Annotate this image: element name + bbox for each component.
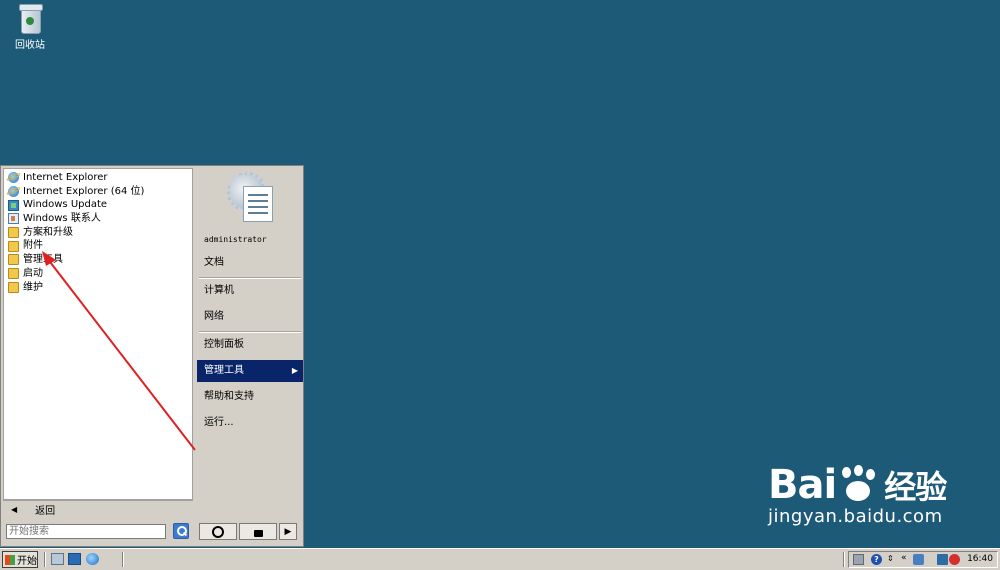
menu-item-help[interactable]: 帮助和支持 — [197, 386, 303, 408]
menu-item-label: 帮助和支持 — [204, 391, 254, 402]
folder-icon — [8, 240, 19, 252]
menu-separator — [199, 277, 301, 279]
lock-icon — [253, 530, 263, 537]
menu-item-label: 计算机 — [204, 285, 234, 296]
menu-item-control-panel[interactable]: 控制面板 — [197, 334, 303, 356]
monitor-icon[interactable] — [937, 554, 948, 565]
error-icon[interactable] — [949, 554, 960, 565]
ie-icon — [8, 172, 19, 184]
help-icon[interactable]: ? — [871, 554, 882, 565]
program-item-label: 维护 — [23, 281, 43, 293]
folder-icon — [8, 254, 19, 266]
watermark-brand-right: 经验 — [884, 468, 947, 506]
menu-item-admin-tools[interactable]: 管理工具 ▶ — [197, 360, 303, 382]
program-folder-startup[interactable]: 启动 — [4, 267, 192, 281]
program-folder-admin-tools[interactable]: 管理工具 — [4, 253, 192, 267]
folder-icon — [8, 281, 19, 293]
tray-separator — [843, 552, 845, 567]
program-item-label: Internet Explorer (64 位) — [23, 185, 145, 197]
watermark-url: jingyan.baidu.com — [768, 506, 943, 527]
power-icon — [212, 525, 224, 538]
all-programs-pane: Internet Explorer Internet Explorer (64 … — [3, 168, 193, 500]
program-folder-upgrade[interactable]: 方案和升级 — [4, 226, 192, 240]
program-item-label: Internet Explorer — [23, 172, 108, 183]
ie-quicklaunch-icon[interactable] — [86, 553, 99, 565]
user-name[interactable]: administrator — [204, 235, 267, 244]
menu-item-label: 文档 — [204, 257, 224, 268]
program-item-label: 管理工具 — [23, 254, 63, 266]
program-item-windows-update[interactable]: Windows Update — [4, 198, 192, 212]
paw-icon — [838, 465, 878, 505]
menu-item-computer[interactable]: 计算机 — [197, 280, 303, 302]
watermark-brand-left: Bai — [768, 462, 837, 508]
baidu-watermark: Bai 经验 jingyan.baidu.com — [768, 462, 947, 527]
menu-item-label: 管理工具 — [204, 365, 244, 376]
folder-icon — [8, 268, 19, 280]
arrow-left-icon: ◀ — [11, 505, 18, 514]
recycle-bin[interactable]: 回收站 — [8, 2, 52, 51]
program-folder-accessories[interactable]: 附件 — [4, 239, 192, 253]
taskbar: 开始 ? ⇕ « 16:40 — [0, 548, 1000, 570]
lock-button[interactable] — [239, 523, 277, 540]
start-label: 开始 — [17, 556, 37, 567]
program-item-label: 方案和升级 — [23, 226, 73, 238]
menu-item-label: 运行... — [204, 417, 234, 428]
recycle-bin-label: 回收站 — [15, 40, 45, 51]
contacts-icon — [8, 213, 19, 225]
shutdown-options-button[interactable]: ▶ — [279, 523, 297, 540]
recycle-bin-icon — [17, 2, 43, 34]
program-item-label: 附件 — [23, 240, 43, 252]
power-controls: ▶ — [197, 521, 301, 543]
clock[interactable]: 16:40 — [967, 554, 993, 564]
user-picture[interactable] — [227, 172, 275, 224]
back-label: 返回 — [35, 506, 56, 517]
menu-item-run[interactable]: 运行... — [197, 412, 303, 434]
tray-expand-chevron[interactable]: « — [901, 553, 907, 563]
start-search-input[interactable] — [6, 524, 166, 539]
program-item-label: 启动 — [23, 267, 43, 279]
folder-icon — [8, 227, 19, 239]
server-manager-icon[interactable] — [51, 553, 64, 565]
show-desktop-icon[interactable] — [68, 553, 81, 565]
search-row — [3, 521, 193, 543]
system-tray: ? ⇕ « 16:40 — [848, 551, 998, 568]
menu-separator — [199, 331, 301, 333]
program-item-windows-contacts[interactable]: Windows 联系人 — [4, 212, 192, 226]
start-button[interactable]: 开始 — [2, 551, 38, 568]
submenu-arrow-icon: ▶ — [291, 366, 298, 375]
menu-item-label: 控制面板 — [204, 339, 244, 350]
program-list: Internet Explorer Internet Explorer (64 … — [4, 169, 192, 294]
network-icon[interactable] — [913, 554, 924, 565]
search-button[interactable] — [173, 523, 189, 539]
arrow-right-icon: ▶ — [284, 526, 292, 537]
menu-item-label: 网络 — [204, 311, 224, 322]
program-folder-maintenance[interactable]: 维护 — [4, 281, 192, 295]
menu-item-documents[interactable]: 文档 — [197, 252, 303, 274]
checklist-icon — [243, 186, 273, 222]
program-item-label: Windows 联系人 — [23, 213, 101, 225]
program-item-label: Windows Update — [23, 199, 108, 211]
windows-update-icon — [8, 199, 19, 211]
program-item-internet-explorer[interactable]: Internet Explorer — [4, 171, 192, 185]
language-bar-icon[interactable]: ⇕ — [887, 554, 898, 565]
power-button[interactable] — [199, 523, 237, 540]
ie-icon — [8, 186, 19, 198]
menu-item-network[interactable]: 网络 — [197, 306, 303, 328]
quicklaunch-separator — [44, 552, 46, 567]
quicklaunch-separator — [122, 552, 124, 567]
start-menu: Internet Explorer Internet Explorer (64 … — [0, 165, 304, 547]
right-pane: administrator 文档 计算机 网络 控制面板 管理工具 ▶ 帮助和支… — [195, 168, 303, 520]
program-item-internet-explorer-64[interactable]: Internet Explorer (64 位) — [4, 185, 192, 199]
windows-logo-icon — [5, 554, 15, 565]
back-button[interactable]: ◀ 返回 — [3, 500, 193, 518]
keyboard-icon[interactable] — [853, 554, 864, 565]
